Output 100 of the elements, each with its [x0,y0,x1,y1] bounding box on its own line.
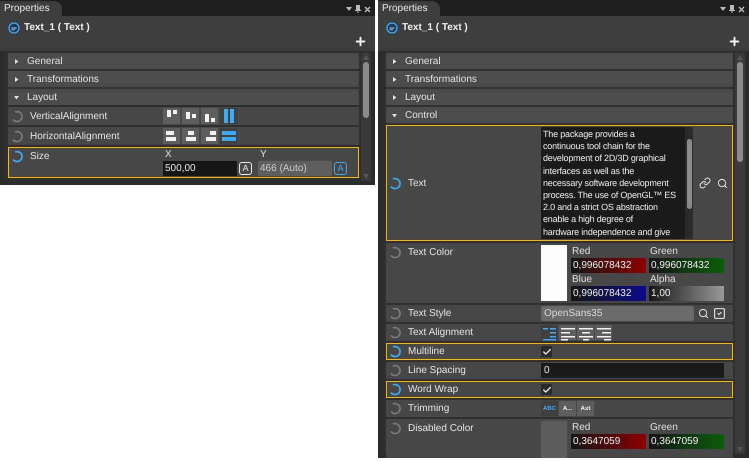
section-header[interactable]: Layout [386,89,733,105]
panel-tab[interactable]: Properties [0,1,62,16]
channel-field[interactable]: 0,996078432 [571,258,646,273]
expander-icon [392,58,397,64]
pin-icon[interactable] [729,5,735,13]
alignment-icon [166,110,176,117]
auto-button[interactable]: A [334,162,347,175]
object-title: Text_1 ( Text ) [24,21,90,35]
section-header[interactable]: Control [386,107,733,123]
value-field[interactable]: 0 [541,363,724,378]
property-label: Text Alignment [408,326,474,340]
text-line: hardware independence and give [543,226,672,238]
text-align-icon [596,328,610,340]
expander-icon [392,94,397,100]
channel-label: Red [571,245,592,258]
size-field[interactable]: 466 (Auto) [258,161,332,176]
text-line: necessary software development [543,176,670,190]
link-icon[interactable] [699,177,711,189]
expander-icon [14,94,19,100]
channel-field[interactable]: 0,996078432 [649,258,724,273]
expander-icon [14,58,19,64]
reset-icon[interactable] [389,383,402,396]
auto-button[interactable]: A [239,162,252,175]
reset-icon[interactable] [389,176,402,190]
text-object-icon [8,22,20,34]
alignment-button[interactable] [220,108,237,124]
text-line: The package provides a [543,128,636,140]
channel-field[interactable]: 0,996078432 [571,286,646,301]
alignment-icon [166,131,176,141]
checkbox[interactable] [541,384,552,395]
alignment-icon [224,109,234,123]
search-icon[interactable] [717,178,728,188]
checkbox-icon[interactable] [713,307,726,320]
section-header[interactable]: Layout [8,89,359,105]
panel-tab[interactable]: Properties [378,1,440,16]
text-align-icon [578,328,592,340]
section-header[interactable]: Transformations [386,71,733,87]
section-header[interactable]: Transformations [8,71,359,87]
dropdown-icon[interactable] [720,7,726,11]
reset-icon[interactable] [389,345,402,358]
pin-icon[interactable] [355,5,361,13]
alignment-button[interactable] [182,128,199,144]
alignment-icon [186,131,196,141]
property-label: Text Style [408,307,452,321]
channel-field[interactable]: 0,3647059 [571,434,646,449]
text-align-button[interactable] [595,325,612,340]
checkbox[interactable] [541,346,552,357]
text-align-icon [542,328,556,340]
size-field[interactable]: 500,00 [163,161,237,176]
alignment-button[interactable] [163,108,180,124]
alignment-button[interactable] [220,128,237,144]
text-align-button[interactable] [577,325,594,340]
section-header[interactable]: General [8,53,359,69]
property-label: VerticalAlignment [30,110,108,124]
section-header[interactable]: General [386,53,733,69]
text-area[interactable] [541,127,693,239]
text-align-button[interactable] [559,325,576,340]
channel-label: Blue [571,273,594,286]
property-label: Line Spacing [408,364,466,378]
add-icon[interactable] [728,35,741,48]
alignment-icon [186,112,196,119]
channel-field[interactable]: 0,3647059 [649,434,724,449]
reset-icon[interactable] [11,150,24,163]
dropdown-icon[interactable] [346,7,352,11]
channel-label: Green [649,421,679,434]
add-icon[interactable] [354,35,367,48]
text-align-icon [560,328,574,340]
text-line: 2.0 and a strict OS abstraction [543,201,659,214]
channel-label: Red [571,421,592,434]
alignment-button[interactable] [201,128,218,144]
text-line: continuous tool chain for the [543,140,651,152]
expander-icon [14,76,19,82]
text-line: process. The use of OpenGL™ ES [543,189,676,202]
property-label: Size [30,150,50,164]
close-icon[interactable] [364,6,371,12]
alignment-icon [222,131,236,141]
expander-icon [392,76,397,82]
alignment-button[interactable] [182,108,199,124]
alignment-icon [204,114,214,122]
expander-icon [392,112,397,118]
alignment-button[interactable] [201,108,218,124]
property-label: Multiline [408,345,445,359]
text-line: enable a high degree of [543,213,634,226]
text-line: interfaces as well as the [543,164,636,177]
property-label: Trimming [408,402,450,416]
alignment-button[interactable] [163,128,180,144]
channel-label: Alpha [649,273,677,286]
alignment-icon [206,131,216,141]
channel-field[interactable]: 1,00 [649,286,724,301]
axis-label: X [164,149,173,161]
property-label: Text Color [408,246,454,260]
axis-label: Y [259,149,268,161]
object-title: Text_1 ( Text ) [402,21,468,35]
property-label: Text [408,176,426,190]
text-align-button[interactable] [541,325,558,340]
close-icon[interactable] [738,6,745,12]
property-label: Disabled Color [408,422,474,436]
property-label: HorizontalAlignment [30,130,120,144]
style-field[interactable]: OpenSans35 [541,306,694,321]
search-icon[interactable] [698,308,709,319]
